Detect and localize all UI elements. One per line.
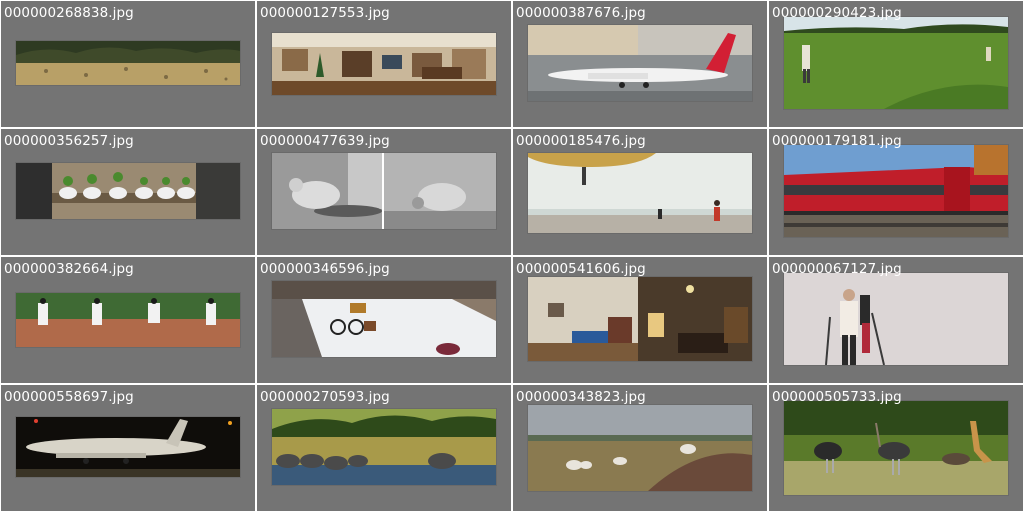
thumbnail-image[interactable] xyxy=(272,409,496,485)
tile-filename: 000000505733.jpg xyxy=(772,389,902,405)
tile-filename: 000000270593.jpg xyxy=(260,389,390,405)
tile-filename: 000000343823.jpg xyxy=(516,389,646,405)
tile-filename: 000000185476.jpg xyxy=(516,133,646,149)
image-tile[interactable]: 000000505733.jpg xyxy=(769,385,1023,511)
image-tile[interactable]: 000000541606.jpg xyxy=(513,257,767,383)
thumbnail-image[interactable] xyxy=(272,33,496,95)
tile-filename: 000000387676.jpg xyxy=(516,5,646,21)
tile-filename: 000000558697.jpg xyxy=(4,389,134,405)
tile-filename: 000000356257.jpg xyxy=(4,133,134,149)
tile-filename: 000000541606.jpg xyxy=(516,261,646,277)
image-tile[interactable]: 000000290423.jpg xyxy=(769,1,1023,127)
tile-filename: 000000179181.jpg xyxy=(772,133,902,149)
image-tile[interactable]: 000000382664.jpg xyxy=(1,257,255,383)
thumbnail-image[interactable] xyxy=(528,405,752,491)
thumbnail-image[interactable] xyxy=(784,401,1008,495)
thumbnail-image[interactable] xyxy=(784,145,1008,237)
tile-filename: 000000067127.jpg xyxy=(772,261,902,277)
image-tile[interactable]: 000000067127.jpg xyxy=(769,257,1023,383)
tile-filename: 000000268838.jpg xyxy=(4,5,134,21)
thumbnail-image[interactable] xyxy=(16,41,240,85)
image-grid: 000000268838.jpg 000000127553.jpg 000000… xyxy=(0,0,1024,512)
tile-filename: 000000127553.jpg xyxy=(260,5,390,21)
tile-filename: 000000346596.jpg xyxy=(260,261,390,277)
thumbnail-image[interactable] xyxy=(528,25,752,101)
thumbnail-image[interactable] xyxy=(16,417,240,477)
thumbnail-image[interactable] xyxy=(16,293,240,347)
image-tile[interactable]: 000000343823.jpg xyxy=(513,385,767,511)
thumbnail-image[interactable] xyxy=(16,163,240,219)
image-tile[interactable]: 000000268838.jpg xyxy=(1,1,255,127)
tile-filename: 000000382664.jpg xyxy=(4,261,134,277)
image-tile[interactable]: 000000477639.jpg xyxy=(257,129,511,255)
image-tile[interactable]: 000000387676.jpg xyxy=(513,1,767,127)
tile-filename: 000000477639.jpg xyxy=(260,133,390,149)
image-tile[interactable]: 000000185476.jpg xyxy=(513,129,767,255)
thumbnail-image[interactable] xyxy=(784,17,1008,109)
image-tile[interactable]: 000000179181.jpg xyxy=(769,129,1023,255)
thumbnail-image[interactable] xyxy=(272,153,496,229)
thumbnail-image[interactable] xyxy=(784,273,1008,365)
thumbnail-image[interactable] xyxy=(528,153,752,233)
image-tile[interactable]: 000000127553.jpg xyxy=(257,1,511,127)
tile-filename: 000000290423.jpg xyxy=(772,5,902,21)
thumbnail-image[interactable] xyxy=(272,281,496,357)
thumbnail-image[interactable] xyxy=(528,277,752,361)
image-tile[interactable]: 000000356257.jpg xyxy=(1,129,255,255)
image-tile[interactable]: 000000558697.jpg xyxy=(1,385,255,511)
image-tile[interactable]: 000000346596.jpg xyxy=(257,257,511,383)
image-tile[interactable]: 000000270593.jpg xyxy=(257,385,511,511)
